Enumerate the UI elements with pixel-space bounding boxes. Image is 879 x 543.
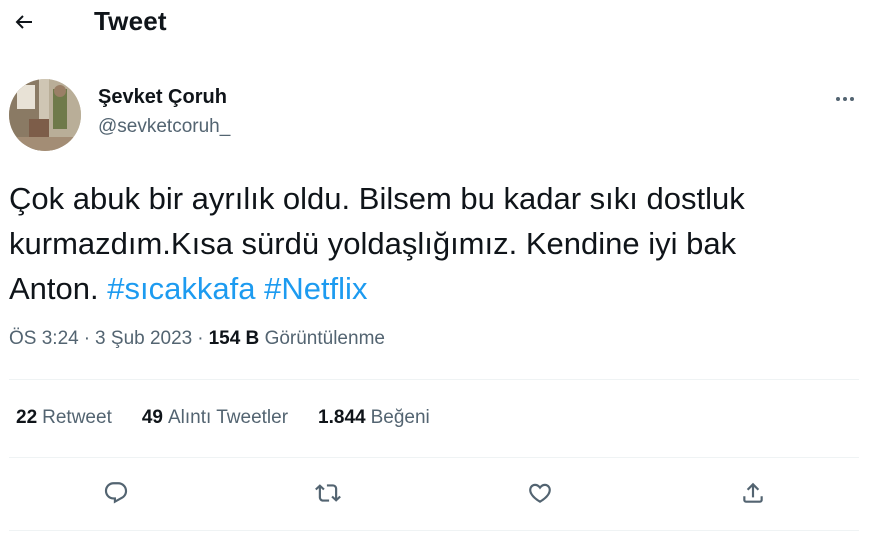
divider: [9, 530, 859, 531]
avatar-image: [9, 79, 81, 151]
hashtag-sicakkafa[interactable]: #sıcakkafa: [107, 271, 255, 306]
quotes-stat[interactable]: 49 Alıntı Tweetler: [142, 407, 288, 429]
back-button[interactable]: [6, 4, 42, 40]
divider: [9, 457, 859, 458]
retweets-stat[interactable]: 22 Retweet: [16, 407, 112, 429]
likes-label: Beğeni: [370, 407, 430, 428]
divider: [9, 379, 859, 380]
tweet-time[interactable]: ÖS 3:24: [9, 328, 79, 349]
quotes-label: Alıntı Tweetler: [167, 407, 289, 428]
heart-icon: [529, 483, 551, 503]
quotes-count: 49: [141, 407, 163, 428]
share-icon: [743, 482, 763, 503]
page-title: Tweet: [94, 6, 167, 36]
retweet-icon: [315, 484, 341, 502]
tweet-meta: ÖS 3:24 · 3 Şub 2023 · 154 B Görüntülenme: [9, 328, 385, 350]
tweet-line-1: Çok abuk bir ayrılık oldu. Bilsem bu kad…: [9, 181, 745, 216]
header: Tweet: [0, 0, 879, 46]
tweet-line-3-text: Anton.: [9, 271, 99, 306]
author-handle[interactable]: @sevketcoruh_: [98, 116, 230, 138]
reply-icon: [104, 482, 128, 504]
more-horizontal-icon: [836, 97, 854, 101]
tweet-line-2: kurmazdım.Kısa sürdü yoldaşlığımız. Kend…: [9, 226, 737, 261]
tweet-text: Çok abuk bir ayrılık oldu. Bilsem bu kad…: [9, 176, 869, 311]
hashtag-netflix[interactable]: #Netflix: [264, 271, 367, 306]
author-name[interactable]: Şevket Çoruh: [98, 86, 227, 109]
likes-count: 1.844: [318, 407, 366, 428]
retweets-label: Retweet: [42, 407, 112, 428]
tweet-page: Tweet Şevket Çoruh @sevketcoruh_ Çok abu…: [0, 0, 879, 543]
retweet-button[interactable]: [308, 473, 348, 513]
tweet-line-3: Anton. #sıcakkafa #Netflix: [9, 266, 869, 311]
arrow-left-icon: [15, 15, 32, 29]
tweet-date[interactable]: 3 Şub 2023: [95, 328, 192, 349]
share-button[interactable]: [733, 473, 773, 513]
likes-stat[interactable]: 1.844 Beğeni: [318, 407, 430, 429]
retweets-count: 22: [16, 407, 38, 428]
like-button[interactable]: [520, 473, 560, 513]
more-button[interactable]: [827, 84, 863, 114]
views-label: Görüntülenme: [264, 328, 385, 349]
separator-dot: ·: [197, 328, 204, 349]
avatar[interactable]: [9, 79, 81, 151]
tweet-stats: 22 Retweet 49 Alıntı Tweetler 1.844 Beğeni: [16, 407, 460, 429]
views-count: 154 B: [208, 328, 260, 349]
reply-button[interactable]: [96, 473, 136, 513]
separator-dot: ·: [83, 328, 91, 349]
